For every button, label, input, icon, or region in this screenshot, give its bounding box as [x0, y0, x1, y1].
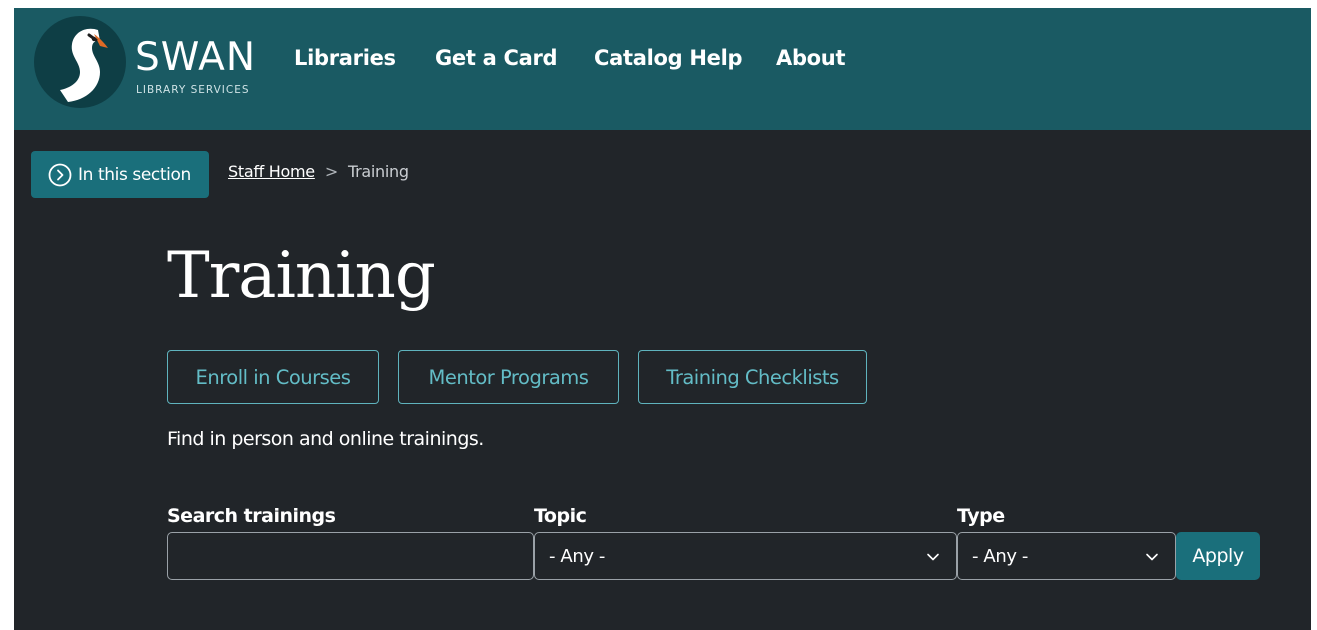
page-title: Training — [167, 239, 436, 313]
topic-label: Topic — [534, 505, 587, 527]
breadcrumb: Staff Home > Training — [228, 162, 409, 181]
site-header: SWAN LIBRARY SERVICES Libraries Get a Ca… — [14, 8, 1311, 130]
type-select[interactable]: - Any - — [957, 532, 1176, 580]
training-checklists-button[interactable]: Training Checklists — [638, 350, 867, 404]
enroll-in-courses-button[interactable]: Enroll in Courses — [167, 350, 379, 404]
search-label: Search trainings — [167, 505, 336, 527]
mentor-programs-button[interactable]: Mentor Programs — [398, 350, 619, 404]
nav-item-libraries[interactable]: Libraries — [294, 44, 396, 72]
type-label: Type — [957, 505, 1005, 527]
type-select-value: - Any - — [972, 545, 1029, 567]
nav-item-about[interactable]: About — [776, 44, 846, 72]
in-this-section-label: In this section — [78, 164, 191, 185]
chevron-right-circle-icon — [48, 163, 72, 186]
breadcrumb-current: Training — [347, 162, 409, 181]
chevron-down-icon — [1146, 553, 1158, 561]
logo-subtitle: LIBRARY SERVICES — [136, 84, 250, 96]
logo-wordmark: SWAN — [135, 35, 257, 80]
topic-select[interactable]: - Any - — [534, 532, 957, 580]
search-input[interactable] — [167, 532, 534, 580]
page-frame: SWAN LIBRARY SERVICES Libraries Get a Ca… — [14, 8, 1311, 630]
intro-text: Find in person and online trainings. — [167, 428, 484, 450]
breadcrumb-separator: > — [324, 162, 338, 181]
site-logo[interactable]: SWAN LIBRARY SERVICES — [34, 16, 257, 108]
chevron-down-icon — [927, 553, 939, 561]
in-this-section-button[interactable]: In this section — [31, 151, 209, 198]
apply-button[interactable]: Apply — [1176, 532, 1260, 580]
breadcrumb-staff-home[interactable]: Staff Home — [228, 162, 315, 181]
nav-item-get-a-card[interactable]: Get a Card — [435, 44, 558, 72]
nav-item-catalog-help[interactable]: Catalog Help — [594, 44, 743, 72]
swan-logo-icon — [34, 16, 126, 108]
topic-select-value: - Any - — [549, 545, 606, 567]
